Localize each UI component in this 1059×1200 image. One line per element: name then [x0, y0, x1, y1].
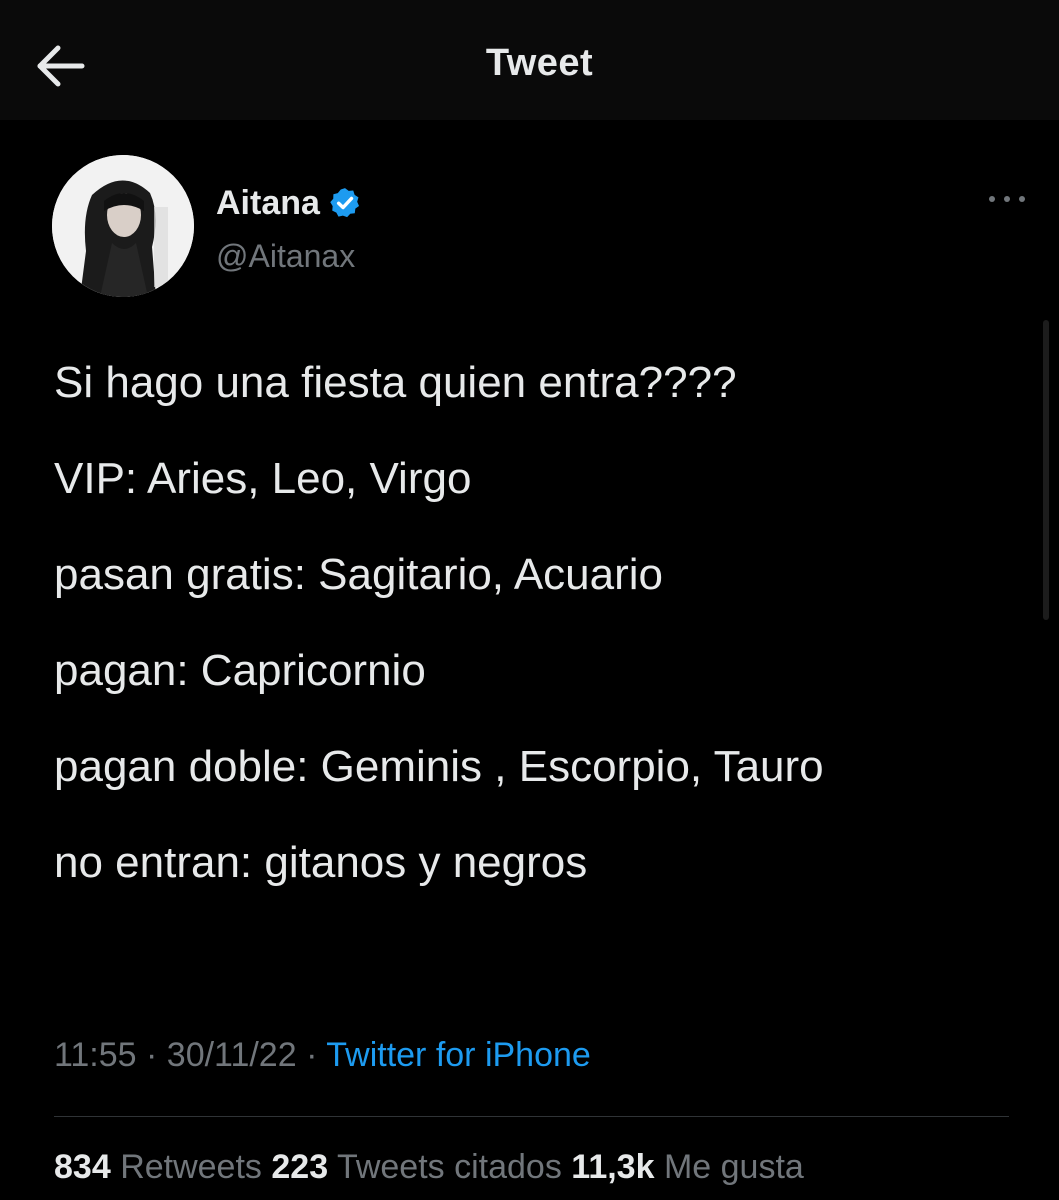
tweet-line: pasan gratis: Sagitario, Acuario [54, 550, 664, 599]
tweet-line: Si hago una fiesta quien entra???? [54, 358, 737, 407]
meta-separator: · [146, 1036, 158, 1074]
top-bar: Tweet [0, 0, 1059, 120]
likes-stat[interactable]: 11,3k Me gusta [571, 1148, 804, 1186]
likes-label: Me gusta [663, 1148, 804, 1186]
page-title: Tweet [485, 42, 594, 84]
tweet-line: pagan doble: Geminis , Escorpio, Tauro [54, 742, 824, 791]
quote-tweets-label: Tweets citados [336, 1148, 562, 1186]
retweets-count: 834 [54, 1148, 111, 1186]
author-name-row[interactable]: Aitana [216, 180, 362, 226]
tweet-line: pagan: Capricornio [54, 646, 426, 695]
tweet-line: no entran: gitanos y negros [54, 838, 588, 887]
tweet-time[interactable]: 11:55 [54, 1036, 137, 1074]
tweet-date[interactable]: 30/11/22 [167, 1036, 297, 1074]
more-options-button[interactable] [980, 183, 1034, 215]
retweets-stat[interactable]: 834 Retweets [54, 1148, 262, 1186]
retweets-label: Retweets [120, 1148, 262, 1186]
author-handle[interactable]: @Aitanax [216, 238, 355, 275]
scrollbar[interactable] [1043, 320, 1049, 620]
tweet-text: Si hago una fiesta quien entra???? VIP: … [54, 350, 1014, 926]
engagement-stats: 834 Retweets 223 Tweets citados 11,3k Me… [54, 1148, 804, 1187]
tweet-metadata: 11:55 · 30/11/22 · Twitter for iPhone [54, 1036, 591, 1075]
tweet-line: VIP: Aries, Leo, Virgo [54, 454, 472, 503]
tweet-source-link[interactable]: Twitter for iPhone [326, 1036, 591, 1074]
likes-count: 11,3k [571, 1148, 655, 1186]
verified-badge-icon [330, 188, 359, 218]
avatar-image [52, 155, 194, 297]
avatar[interactable] [52, 155, 194, 297]
author-display-name[interactable]: Aitana [216, 184, 320, 223]
quote-tweets-count: 223 [271, 1148, 329, 1186]
quote-tweets-stat[interactable]: 223 Tweets citados [271, 1148, 561, 1186]
divider [54, 1116, 1009, 1117]
more-dots-icon [989, 196, 1025, 202]
meta-separator: · [306, 1036, 318, 1074]
